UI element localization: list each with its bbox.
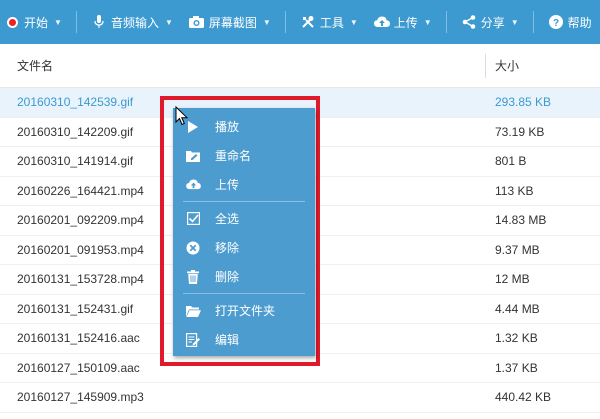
audio-input-button[interactable]: 音频输入 ▼ [83,0,181,44]
column-header-size[interactable]: 大小 [495,57,519,74]
file-name-cell: 20160310_141914.gif [17,154,134,169]
file-name-cell: 20160127_145909.mp3 [17,390,144,405]
context-menu: 播放 重命名 上传 全选 移除 删除 打开文件夹 编辑 [173,108,315,356]
help-label: 帮助 [567,15,592,30]
audio-input-label: 音频输入 [110,15,159,30]
table-row[interactable]: 20160127_145909.mp3 440.42 KB [0,383,600,413]
start-label: 开始 [24,15,49,30]
tools-icon [300,14,316,30]
remove-circle-icon [185,240,201,256]
menu-separator [183,293,305,294]
menu-item-rename[interactable]: 重命名 [173,141,315,170]
cloud-upload-icon [185,177,201,193]
toolbar-divider [532,11,534,33]
screenshot-label: 屏幕截图 [208,15,257,30]
upload-toolbar-label: 上传 [393,15,418,30]
toolbar: 开始 ▼ 音频输入 ▼ 屏幕截图 ▼ 工具 ▼ 上传 ▼ 分享 ▼ ? 帮助 [0,0,600,44]
rename-icon [185,148,201,164]
chevron-down-icon: ▼ [54,17,62,27]
record-icon [4,14,20,30]
camera-icon [189,14,205,30]
file-name-cell: 20160310_142539.gif [17,95,134,110]
file-size-cell: 73.19 KB [495,124,545,139]
share-button[interactable]: 分享 ▼ [453,0,527,44]
microphone-icon [91,14,107,30]
chevron-down-icon: ▼ [423,17,432,27]
menu-item-rename-label: 重命名 [215,149,252,163]
share-label: 分享 [480,15,505,30]
file-size-cell: 113 KB [495,183,534,198]
tools-button[interactable]: 工具 ▼ [292,0,366,44]
menu-item-open-folder-label: 打开文件夹 [215,304,276,318]
menu-item-upload-label: 上传 [215,178,240,192]
file-size-cell: 801 B [495,154,527,169]
column-divider[interactable] [485,54,486,78]
tools-label: 工具 [319,15,344,30]
help-icon: ? [548,14,564,30]
svg-text:?: ? [553,18,559,29]
file-name-cell: 20160127_150109.aac [17,360,140,375]
help-button[interactable]: ? 帮助 [540,0,600,44]
upload-toolbar-button[interactable]: 上传 ▼ [366,0,440,44]
toolbar-divider [75,11,77,33]
file-size-cell: 293.85 KB [495,95,552,110]
file-name-cell: 20160226_164421.mp4 [17,183,144,198]
file-name-cell: 20160201_092209.mp4 [17,213,144,228]
chevron-down-icon: ▼ [262,17,271,27]
start-button[interactable]: 开始 ▼ [0,0,70,44]
menu-item-play-label: 播放 [215,120,240,134]
file-name-cell: 20160131_153728.mp4 [17,272,144,287]
menu-item-edit-label: 编辑 [215,333,240,347]
menu-item-delete[interactable]: 删除 [173,262,315,291]
trash-icon [185,269,201,285]
share-icon [461,14,477,30]
menu-item-delete-label: 删除 [215,270,240,284]
menu-item-upload[interactable]: 上传 [173,170,315,199]
toolbar-divider [284,11,286,33]
edit-icon [185,332,201,348]
folder-open-icon [185,303,201,319]
menu-item-select-all[interactable]: 全选 [173,204,315,233]
mouse-cursor-icon [175,105,189,129]
file-name-cell: 20160310_142209.gif [17,124,134,139]
chevron-down-icon: ▼ [164,17,173,27]
file-name-cell: 20160131_152416.aac [17,331,140,346]
menu-item-open-folder[interactable]: 打开文件夹 [173,296,315,325]
file-size-cell: 9.37 MB [495,242,540,257]
file-size-cell: 14.83 MB [495,213,547,228]
chevron-down-icon: ▼ [349,17,358,27]
file-name-cell: 20160201_091953.mp4 [17,242,144,257]
file-size-cell: 4.44 MB [495,301,540,316]
menu-separator [183,201,305,202]
menu-item-select-all-label: 全选 [215,212,240,226]
highlight-frame: 播放 重命名 上传 全选 移除 删除 打开文件夹 编辑 [160,96,320,366]
table-header: 文件名 大小 [0,44,600,88]
column-header-filename[interactable]: 文件名 [17,57,53,74]
file-size-cell: 1.37 KB [495,360,538,375]
cloud-upload-icon [373,14,390,30]
menu-item-play[interactable]: 播放 [173,112,315,141]
toolbar-divider [445,11,447,33]
screenshot-button[interactable]: 屏幕截图 ▼ [181,0,279,44]
file-size-cell: 1.32 KB [495,331,538,346]
checkbox-checked-icon [185,211,201,227]
file-size-cell: 440.42 KB [495,390,552,405]
menu-item-remove-label: 移除 [215,241,240,255]
file-name-cell: 20160131_152431.gif [17,301,134,316]
menu-item-edit[interactable]: 编辑 [173,325,315,354]
menu-item-remove[interactable]: 移除 [173,233,315,262]
file-size-cell: 12 MB [495,272,530,287]
chevron-down-icon: ▼ [510,17,519,27]
